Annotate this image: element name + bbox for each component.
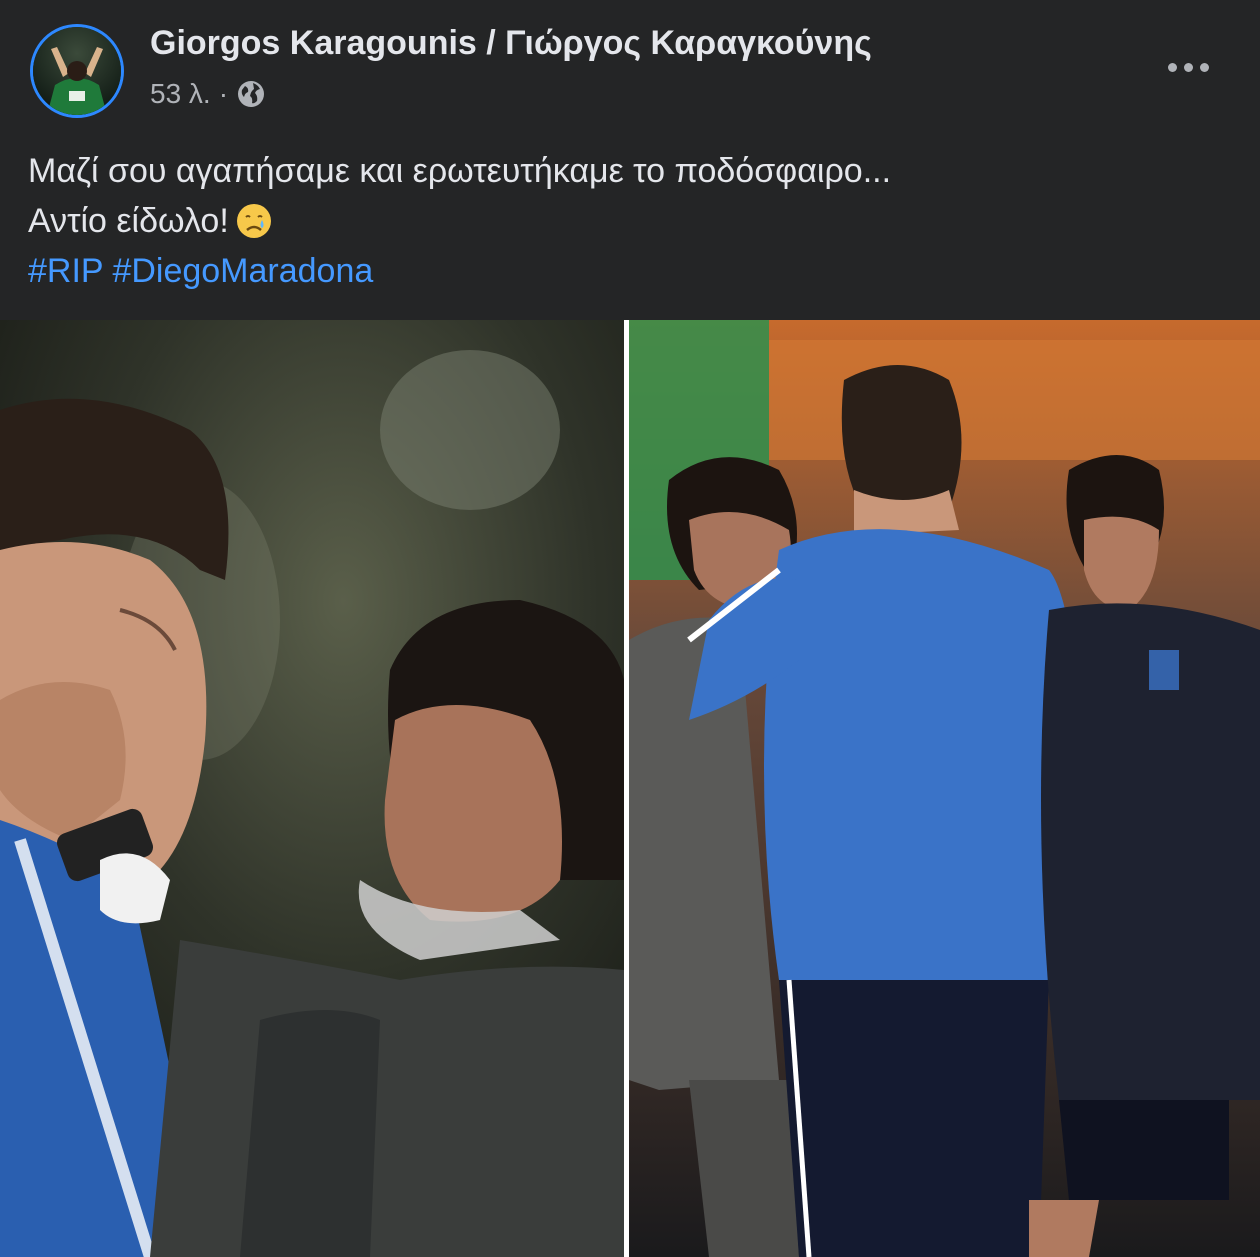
post-photo-right[interactable]	[629, 320, 1260, 1257]
author-avatar[interactable]	[30, 24, 124, 118]
message-line-1: Μαζί σου αγαπήσαμε και ερωτευτήκαμε το π…	[28, 152, 892, 190]
message-line-2-wrapper: Αντίο είδωλο!	[28, 196, 1228, 246]
post-timestamp[interactable]: 53 λ.	[150, 78, 211, 110]
more-options-icon[interactable]	[1158, 52, 1218, 82]
post-header: Giorgos Karagounis / Γιώργος Καραγκούνης…	[0, 0, 1260, 140]
more-dot	[1183, 62, 1193, 72]
author-name[interactable]: Giorgos Karagounis / Γιώργος Καραγκούνης	[150, 24, 872, 63]
globe-icon[interactable]	[236, 79, 266, 109]
post-meta: 53 λ. ·	[150, 78, 266, 110]
hashtag-diegomaradona[interactable]: #DiegoMaradona	[112, 252, 373, 290]
meta-separator: ·	[218, 78, 229, 109]
message-line-2: Αντίο είδωλο!	[28, 202, 229, 240]
post-photo-left[interactable]	[0, 320, 624, 1257]
hashtag-rip[interactable]: #RIP	[28, 252, 103, 290]
more-dot	[1167, 62, 1177, 72]
crying-face-icon	[235, 202, 273, 240]
more-dot	[1199, 62, 1209, 72]
message-hashtags: #RIP #DiegoMaradona	[28, 246, 1228, 296]
facebook-post: Giorgos Karagounis / Γιώργος Καραγκούνης…	[0, 0, 1260, 1257]
post-message: Μαζί σου αγαπήσαμε και ερωτευτήκαμε το π…	[28, 146, 1228, 296]
